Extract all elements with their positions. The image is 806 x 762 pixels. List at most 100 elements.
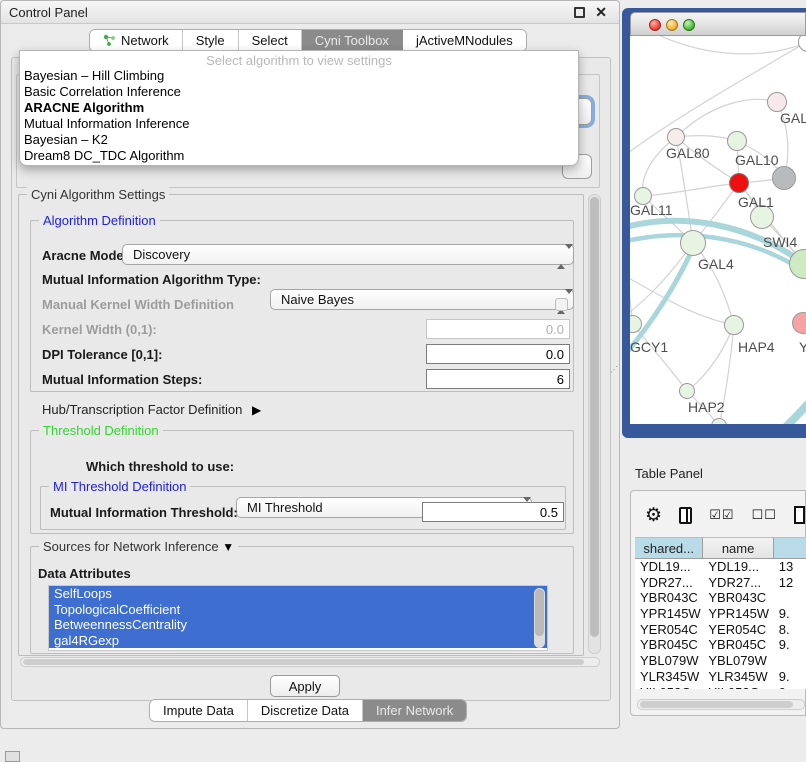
collapsed-arrow-icon: ▶ bbox=[252, 403, 261, 417]
mi-threshold-field[interactable]: 0.5 bbox=[422, 502, 564, 522]
page-icon[interactable] bbox=[794, 506, 805, 524]
node-label: HAP2 bbox=[688, 399, 725, 415]
panel-splitter-handle[interactable]: ⋰ bbox=[610, 368, 615, 376]
data-attributes-list[interactable]: SelfLoops TopologicalCoefficient Between… bbox=[48, 585, 548, 651]
field-value: 0.0 bbox=[546, 347, 564, 362]
tab-jactivemnodules[interactable]: jActiveMNodules bbox=[403, 30, 526, 51]
network-node-gal80[interactable] bbox=[667, 128, 685, 146]
cell: YBR045C bbox=[703, 637, 773, 653]
mi-type-combo[interactable]: Naive Bayes bbox=[270, 289, 574, 310]
column-header-shared[interactable]: shared... bbox=[635, 537, 703, 559]
mi-type-label: Mutual Information Algorithm Type: bbox=[42, 272, 261, 287]
cell: YBR043C bbox=[703, 590, 773, 606]
minimize-window-icon[interactable] bbox=[666, 19, 678, 31]
dpi-tolerance-field[interactable]: 0.0 bbox=[426, 344, 570, 364]
control-panel: Control Panel ✕ Network Style Select C bbox=[0, 0, 620, 729]
field-value: 0.5 bbox=[540, 505, 558, 520]
cell: YLR345W bbox=[635, 669, 703, 685]
tab-discretize-data[interactable]: Discretize Data bbox=[248, 700, 363, 721]
tab-impute-data[interactable]: Impute Data bbox=[150, 700, 248, 721]
list-item[interactable]: BetweennessCentrality bbox=[49, 617, 547, 633]
node-label: GAL1 bbox=[738, 194, 774, 210]
cell: YDR27... bbox=[703, 575, 773, 591]
node-table[interactable]: shared... name YDL19... YDL19... 13 YDR2… bbox=[635, 537, 806, 689]
mi-steps-field[interactable]: 6 bbox=[426, 369, 570, 389]
cell: YPR145W bbox=[703, 606, 773, 622]
cell: 9. bbox=[774, 637, 806, 653]
list-scrollbar[interactable] bbox=[534, 588, 545, 648]
group-title: Cyni Algorithm Settings bbox=[27, 187, 169, 202]
network-icon bbox=[103, 34, 116, 47]
dropdown-item-highlighted[interactable]: ARACNE Algorithm bbox=[24, 100, 144, 115]
float-window-icon[interactable] bbox=[574, 7, 585, 18]
table-row[interactable]: YBL079W YBL079W bbox=[635, 653, 806, 669]
network-node-gal1[interactable] bbox=[729, 173, 749, 193]
table-row[interactable]: YBR043C YBR043C bbox=[635, 590, 806, 606]
algorithm-dropdown-popup: Select algorithm to view settings Bayesi… bbox=[19, 50, 579, 166]
dropdown-item[interactable]: Dream8 DC_TDC Algorithm bbox=[24, 148, 184, 163]
minimized-panel-icon[interactable] bbox=[5, 751, 20, 762]
group-title: Threshold Definition bbox=[39, 423, 163, 438]
deselect-all-icon[interactable]: ☐☐ bbox=[752, 507, 777, 523]
manual-kernel-checkbox[interactable] bbox=[555, 298, 568, 311]
tab-infer-network[interactable]: Infer Network bbox=[363, 700, 466, 721]
dropdown-item[interactable]: Bayesian – K2 bbox=[24, 132, 108, 147]
network-node-gal10[interactable] bbox=[727, 131, 747, 151]
dropdown-item[interactable]: Bayesian – Hill Climbing bbox=[24, 68, 164, 83]
node-label: GAL bbox=[780, 110, 806, 126]
table-row[interactable]: YER054C YER054C 8. bbox=[635, 622, 806, 638]
table-row[interactable]: YPR145W YPR145W 9. bbox=[635, 606, 806, 622]
network-canvas[interactable]: GAL GAL80 GAL10 GAL1 GAL11 SWI4 GAL4 GCY… bbox=[630, 36, 806, 424]
node-label: GAL80 bbox=[666, 145, 710, 161]
dropdown-item[interactable]: Basic Correlation Inference bbox=[24, 84, 181, 99]
aracne-mode-combo[interactable]: Discovery bbox=[122, 244, 574, 265]
which-threshold-label: Which threshold to use: bbox=[86, 459, 234, 474]
network-window-titlebar[interactable] bbox=[630, 12, 806, 36]
dropdown-item[interactable]: Mutual Information Inference bbox=[24, 116, 189, 131]
table-row[interactable]: YDL19... YDL19... 13 bbox=[635, 559, 806, 575]
list-item[interactable]: SelfLoops bbox=[49, 586, 547, 602]
tab-cyni-toolbox[interactable]: Cyni Toolbox bbox=[302, 30, 403, 51]
table-row[interactable]: YIL052C YIL052C 9. bbox=[635, 685, 806, 690]
tab-network[interactable]: Network bbox=[90, 30, 183, 51]
apply-label: Apply bbox=[289, 679, 322, 694]
settings-vertical-scrollbar[interactable] bbox=[588, 194, 601, 654]
cell: 9. bbox=[774, 685, 806, 690]
table-row[interactable]: YBR045C YBR045C 9. bbox=[635, 637, 806, 653]
settings-horizontal-scrollbar[interactable] bbox=[20, 657, 600, 667]
zoom-window-icon[interactable] bbox=[683, 19, 695, 31]
sources-toggle[interactable]: Sources for Network Inference ▼ bbox=[39, 539, 238, 554]
table-horizontal-scrollbar[interactable] bbox=[637, 699, 805, 710]
manual-kernel-label: Manual Kernel Width Definition bbox=[42, 297, 234, 312]
tab-label: Style bbox=[196, 33, 225, 48]
column-header-name[interactable]: name bbox=[703, 537, 773, 559]
network-view-window: GAL GAL80 GAL10 GAL1 GAL11 SWI4 GAL4 GCY… bbox=[622, 8, 806, 438]
network-node[interactable] bbox=[772, 166, 796, 190]
mi-steps-label: Mutual Information Steps: bbox=[42, 372, 202, 387]
split-columns-icon[interactable] bbox=[679, 507, 692, 524]
hub-section-toggle[interactable]: Hub/Transcription Factor Definition ▶ bbox=[42, 402, 261, 417]
table-row[interactable]: YDR27... YDR27... 12 bbox=[635, 575, 806, 591]
close-icon[interactable]: ✕ bbox=[595, 4, 607, 21]
tab-select[interactable]: Select bbox=[239, 30, 302, 51]
close-window-icon[interactable] bbox=[649, 19, 661, 31]
table-row[interactable]: YLR345W YLR345W 9. bbox=[635, 669, 806, 685]
tab-label: Select bbox=[252, 33, 288, 48]
cell bbox=[774, 653, 806, 669]
group-title: MI Threshold Definition bbox=[49, 479, 190, 494]
dpi-tolerance-label: DPI Tolerance [0,1]: bbox=[42, 347, 162, 362]
node-label: HAP4 bbox=[738, 339, 775, 355]
network-node-gal4[interactable] bbox=[680, 230, 706, 256]
gear-icon[interactable]: ⚙ bbox=[645, 506, 662, 525]
apply-button[interactable]: Apply bbox=[270, 675, 340, 697]
tab-style[interactable]: Style bbox=[183, 30, 239, 51]
network-node-hap4[interactable] bbox=[724, 315, 744, 335]
column-header[interactable] bbox=[774, 537, 806, 559]
list-item[interactable]: TopologicalCoefficient bbox=[49, 602, 547, 618]
select-all-icon[interactable]: ☑☑ bbox=[709, 507, 734, 523]
kernel-width-field[interactable]: 0.0 bbox=[426, 319, 570, 339]
network-node[interactable] bbox=[767, 92, 787, 112]
network-node-hap2[interactable] bbox=[679, 383, 695, 399]
field-value: 6 bbox=[557, 372, 564, 387]
list-item[interactable]: gal4RGexp bbox=[49, 633, 547, 649]
